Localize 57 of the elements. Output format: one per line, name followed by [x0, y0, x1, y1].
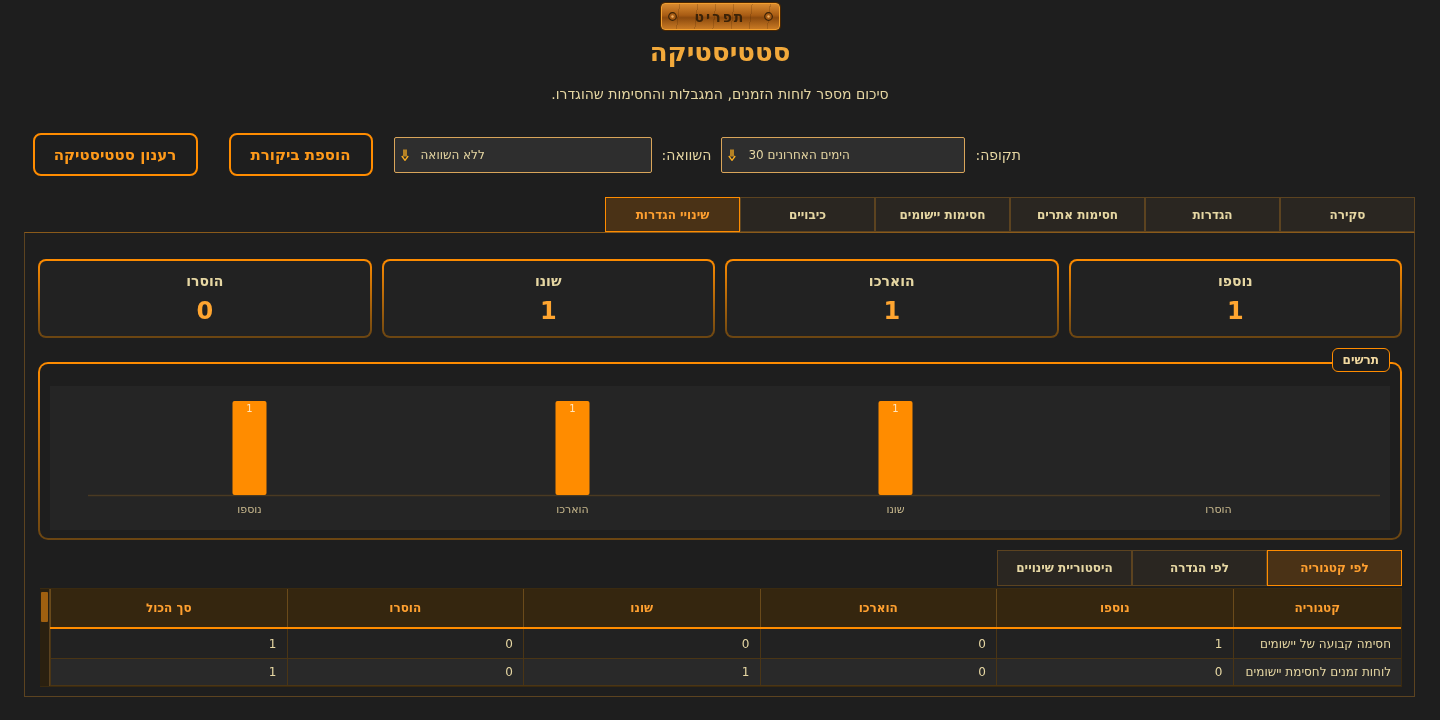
stat-value: 1 [539, 296, 557, 326]
table-cell: לוחות זמנים לחסימת יישומים [1233, 658, 1401, 686]
column-header: נוספו [996, 589, 1233, 628]
rivet-icon [667, 12, 677, 21]
table-cell: 0 [996, 658, 1233, 686]
chart-title: תרשים [1331, 348, 1390, 372]
category-label: שונו [886, 503, 905, 516]
table-cell: 0 [760, 658, 997, 686]
stat-label: הוארכו [868, 272, 915, 291]
tab[interactable]: שינויי הגדרות [605, 197, 740, 232]
down-arrow-icon [728, 148, 737, 161]
category-label: הוארכו [556, 503, 589, 516]
table-cell: 0 [287, 658, 524, 686]
tab[interactable]: חסימות יישומים [875, 197, 1010, 232]
tab[interactable]: היסטוריית שינויים [997, 550, 1132, 586]
table-cell: 1 [50, 658, 287, 686]
tab[interactable]: סקירה [1280, 197, 1415, 232]
table-cell: 0 [287, 628, 524, 659]
table-cell: 0 [523, 628, 760, 659]
page-title: סטטיסטיקה [649, 37, 791, 67]
scrollbar-track[interactable] [40, 589, 50, 686]
tab[interactable]: לפי קטגוריה [1267, 550, 1402, 586]
filter-label: תקופה: [975, 146, 1021, 163]
period-dropdown[interactable]: 30 הימים האחרונים [721, 136, 966, 173]
filter-label: השוואה: [661, 146, 712, 163]
down-arrow-icon [400, 148, 409, 161]
bar-value-label: 1 [569, 403, 576, 414]
page-subtitle: סיכום מספר לוחות הזמנים, המגבלות והחסימות שהוגדרו. [551, 86, 889, 102]
table-cell: 1 [523, 658, 760, 686]
stat-value: 0 [196, 296, 214, 326]
rivet-icon [763, 12, 773, 21]
column-header: סך הכול [50, 589, 287, 628]
table-cell: 0 [760, 628, 997, 659]
stat-label: הוסרו [186, 272, 224, 291]
refresh-statistics-button[interactable]: רענון סטטיסטיקה [32, 133, 198, 176]
column-header: שונו [523, 589, 760, 628]
category-label: הוסרו [1205, 503, 1232, 516]
bar-value-label: 1 [892, 403, 899, 414]
table-cell: 1 [996, 628, 1233, 659]
stat-value: 1 [1226, 296, 1244, 326]
table-cell: 1 [50, 628, 287, 659]
table-cell: חסימה קבועה של יישומים [1233, 628, 1401, 659]
column-header: הוסרו [287, 589, 524, 628]
category-label: נוספו [237, 503, 262, 516]
column-header: הוארכו [760, 589, 997, 628]
stat-label: שונו [534, 272, 562, 291]
stat-value: 1 [883, 296, 901, 326]
column-header: קטגוריה [1233, 589, 1401, 628]
tab[interactable]: חסימות אתרים [1010, 197, 1145, 232]
scrollbar-thumb[interactable] [41, 592, 48, 622]
tab[interactable]: הגדרות [1145, 197, 1280, 232]
tab[interactable]: לפי הגדרה [1132, 550, 1267, 586]
comparison-dropdown[interactable]: ללא השוואה [393, 136, 652, 173]
stat-label: נוספו [1217, 272, 1253, 291]
tab[interactable]: כיבויים [740, 197, 875, 232]
add-audit-button[interactable]: הוספת ביקורת [228, 133, 373, 176]
bar-value-label: 1 [246, 403, 253, 414]
